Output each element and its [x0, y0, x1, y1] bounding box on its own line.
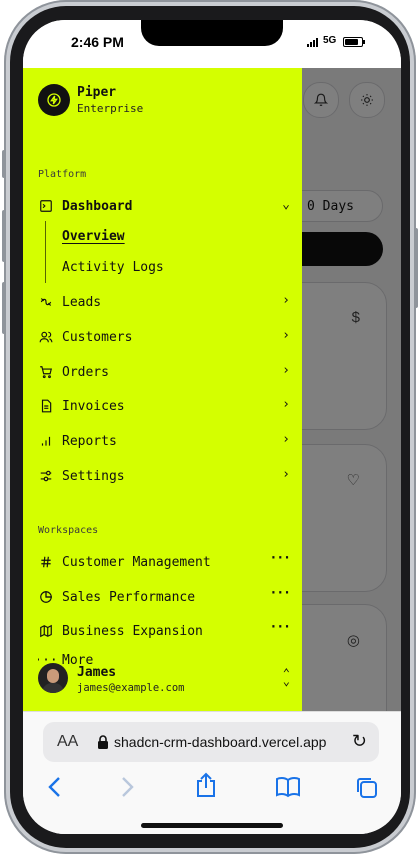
- workspace-item-sales-performance[interactable]: Sales Performance ···: [38, 584, 292, 610]
- chevron-right-icon: ›: [282, 432, 290, 447]
- sidebar-subitem-overview[interactable]: Overview: [62, 229, 125, 244]
- dashboard-icon: [38, 198, 54, 214]
- reload-icon[interactable]: ↻: [352, 731, 367, 752]
- signal-icon: [307, 38, 318, 47]
- cart-icon: [38, 364, 54, 380]
- battery-icon: [343, 37, 365, 47]
- user-email: james@example.com: [77, 682, 185, 694]
- hash-icon: [38, 554, 54, 570]
- map-icon: [38, 623, 54, 639]
- network-label: 5G: [323, 35, 337, 46]
- user-name: James: [77, 665, 117, 680]
- chevron-right-icon: ›: [282, 397, 290, 412]
- brand-logo: [38, 84, 70, 116]
- file-icon: [38, 398, 54, 414]
- chevron-right-icon: ›: [282, 293, 290, 308]
- sidebar-item-label: Leads: [62, 294, 102, 310]
- bar-chart-icon: [38, 433, 54, 449]
- chevron-right-icon: [122, 777, 134, 797]
- workspace-item-label: Business Expansion: [62, 623, 203, 639]
- home-indicator: [141, 823, 283, 828]
- reader-options-button[interactable]: AA: [57, 733, 78, 751]
- leads-icon: [38, 294, 54, 310]
- chevron-right-icon: ›: [282, 363, 290, 378]
- users-icon: [38, 329, 54, 345]
- sidebar-subitem-activity-logs[interactable]: Activity Logs: [62, 260, 164, 275]
- bookmarks-button[interactable]: [275, 776, 301, 804]
- workspace-item-customer-management[interactable]: Customer Management ···: [38, 549, 292, 575]
- status-time: 2:46 PM: [71, 34, 124, 50]
- tabs-button[interactable]: [355, 776, 379, 806]
- avatar: [38, 663, 68, 693]
- sidebar-item-dashboard[interactable]: Dashboard ⌄: [38, 193, 290, 219]
- chevron-right-icon: ›: [282, 467, 290, 482]
- workspaces-label: Workspaces: [38, 525, 99, 536]
- chevrons-up-down-icon: ⌃ ⌄: [282, 666, 290, 688]
- sidebar-item-label: Customers: [62, 329, 133, 345]
- sidebar-item-reports[interactable]: Reports ›: [38, 428, 290, 454]
- status-bar: 2:46 PM 5G: [23, 20, 401, 68]
- back-button[interactable]: [47, 776, 61, 804]
- volume-down-button: [2, 282, 6, 334]
- brand-name: Piper: [77, 85, 117, 100]
- chevron-right-icon: ›: [282, 328, 290, 343]
- settings-icon: [38, 468, 54, 484]
- tabs-icon: [357, 778, 377, 798]
- workspace-item-label: Sales Performance: [62, 589, 196, 605]
- url-text: shadcn-crm-dashboard.vercel.app: [114, 734, 327, 750]
- user-menu[interactable]: James james@example.com ⌃ ⌄: [38, 661, 290, 701]
- sidebar-item-settings[interactable]: Settings ›: [38, 463, 290, 489]
- sidebar-item-label: Invoices: [62, 398, 125, 414]
- more-horizontal-icon[interactable]: ···: [270, 586, 292, 601]
- sidebar-item-label: Orders: [62, 364, 109, 380]
- more-horizontal-icon[interactable]: ···: [270, 620, 292, 635]
- forward-button[interactable]: [121, 776, 135, 804]
- sidebar-item-label: Settings: [62, 468, 125, 484]
- sidebar: Piper Enterprise Platform Dashboard ⌄ Ov…: [23, 68, 302, 711]
- sidebar-item-invoices[interactable]: Invoices ›: [38, 393, 290, 419]
- sidebar-item-label: Reports: [62, 433, 117, 449]
- side-button: [2, 150, 6, 178]
- sidebar-item-orders[interactable]: Orders ›: [38, 359, 290, 385]
- notch: [141, 20, 283, 46]
- more-horizontal-icon[interactable]: ···: [270, 551, 292, 566]
- submenu-line: [45, 221, 46, 283]
- lock-icon: [98, 735, 108, 749]
- sidebar-item-leads[interactable]: Leads ›: [38, 289, 290, 315]
- share-button[interactable]: [195, 772, 217, 804]
- address-bar[interactable]: AA shadcn-crm-dashboard.vercel.app ↻: [43, 722, 379, 762]
- sidebar-item-customers[interactable]: Customers ›: [38, 324, 290, 350]
- power-button: [414, 228, 418, 308]
- browser-toolbar: AA shadcn-crm-dashboard.vercel.app ↻: [23, 711, 401, 834]
- chevron-left-icon: [48, 777, 60, 797]
- volume-up-button: [2, 210, 6, 262]
- book-icon: [276, 777, 300, 798]
- pie-chart-icon: [38, 589, 54, 605]
- workspace-item-business-expansion[interactable]: Business Expansion ···: [38, 618, 292, 644]
- platform-label: Platform: [38, 169, 87, 180]
- share-icon: [197, 772, 215, 797]
- lightning-icon: [47, 93, 61, 107]
- workspace-item-label: Customer Management: [62, 554, 211, 570]
- sidebar-item-label: Dashboard: [62, 198, 133, 214]
- chevron-down-icon: ⌄: [282, 197, 290, 212]
- brand-subtitle: Enterprise: [77, 102, 144, 115]
- screen: 2:46 PM 5G 0 Days $ ♡ ◎ Piper: [23, 20, 401, 834]
